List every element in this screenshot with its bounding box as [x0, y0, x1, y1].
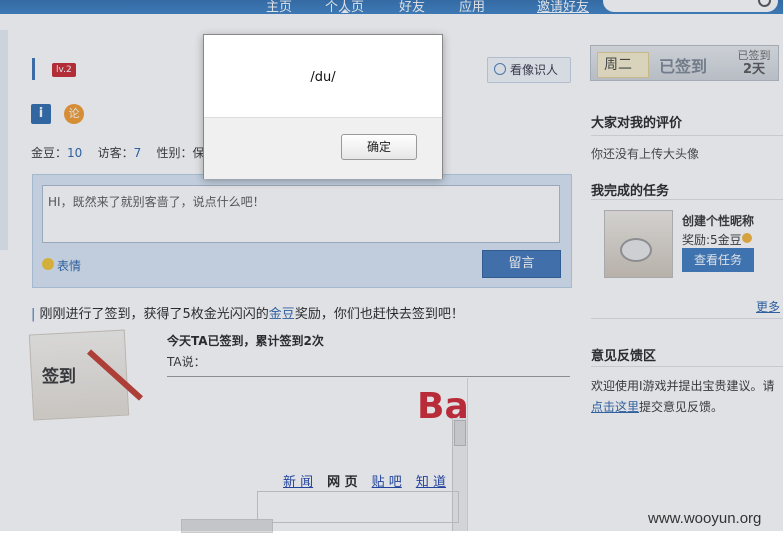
alert-message: /du/ [310, 70, 336, 85]
watermark: www.wooyun.org [648, 510, 762, 527]
alert-dialog: /du/ 确定 [203, 34, 443, 179]
alert-footer: 确定 [204, 117, 442, 179]
ok-button[interactable]: 确定 [341, 134, 417, 160]
